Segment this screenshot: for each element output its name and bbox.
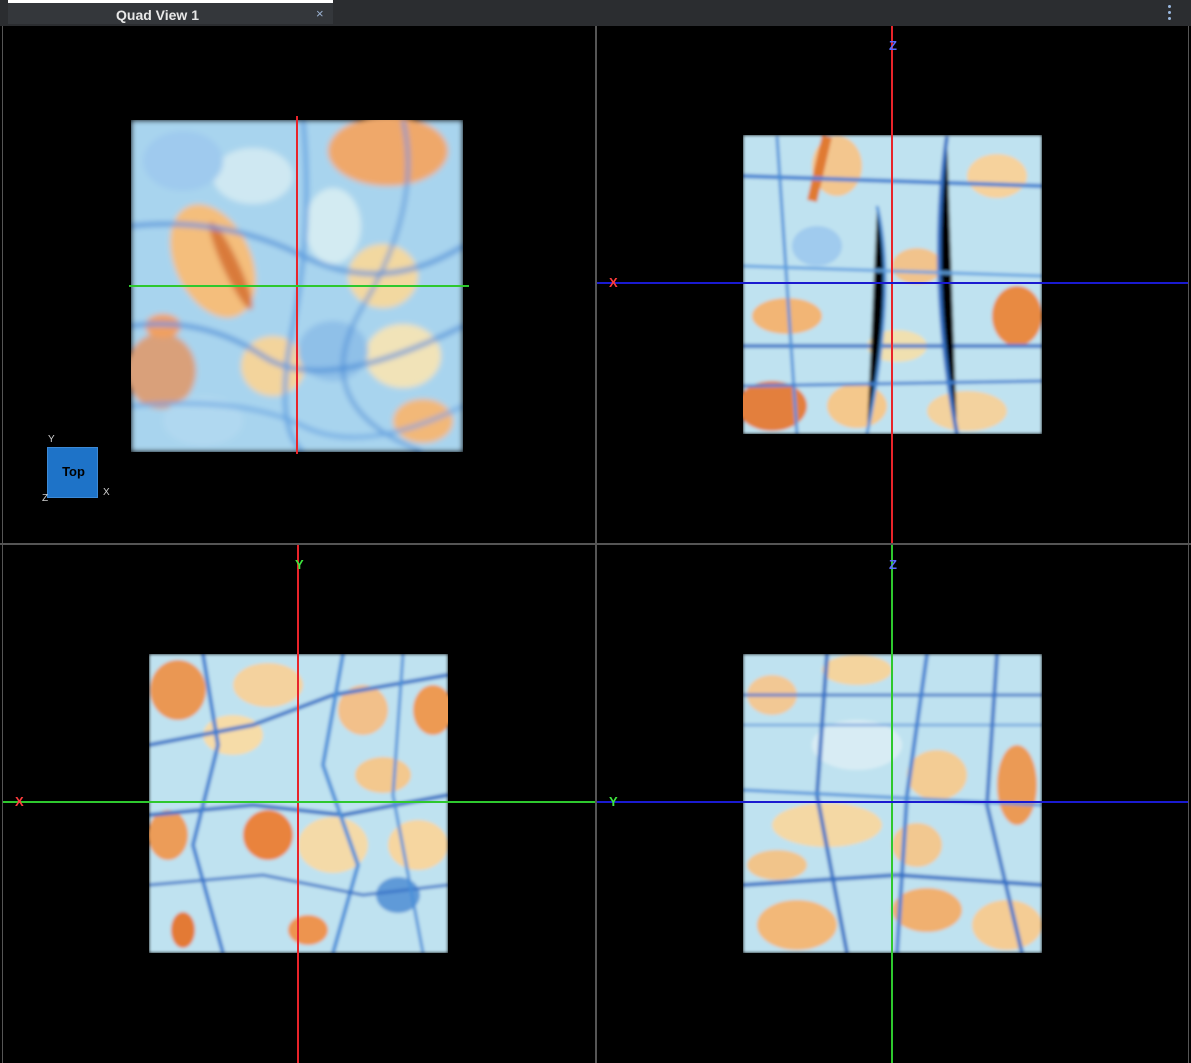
more-vertical-icon[interactable]	[1167, 5, 1173, 23]
axis-label-left: X	[15, 794, 24, 809]
axis-label-top: Y	[295, 557, 304, 572]
crosshair-vertical-xy[interactable]	[297, 545, 299, 1063]
quad-viewport[interactable]: Top Y Z X Z X Y X Z Y	[0, 26, 1191, 1063]
view-slice-yz[interactable]: Z Y	[597, 545, 1188, 1063]
crosshair-horizontal-xz[interactable]	[597, 282, 1188, 284]
crosshair-horizontal-yz[interactable]	[597, 801, 1188, 803]
view-slice-xy[interactable]: Y X	[3, 545, 595, 1063]
orientation-label: Top	[62, 464, 85, 479]
crosshair-y-3d[interactable]	[129, 285, 469, 287]
crosshair-horizontal-xy[interactable]	[3, 801, 595, 803]
axis-label-left: X	[609, 275, 618, 290]
view-3d[interactable]: Top Y Z X	[3, 26, 595, 543]
axis-label-top: Z	[889, 38, 897, 53]
viewport-border-right	[1188, 26, 1189, 1063]
orientation-cube[interactable]: Top	[47, 447, 98, 498]
axis-label-left: Y	[609, 794, 618, 809]
cube-axis-z: Z	[42, 493, 49, 504]
tab-bar: Quad View 1 ×	[0, 0, 1191, 26]
cube-axis-y: Y	[48, 434, 55, 445]
axis-label-top: Z	[889, 557, 897, 572]
close-icon[interactable]: ×	[316, 6, 324, 21]
crosshair-vertical-yz[interactable]	[891, 545, 893, 1063]
cube-axis-x: X	[103, 487, 110, 498]
slice-image-xy	[149, 654, 448, 953]
view-slice-xz[interactable]: Z X	[597, 26, 1188, 543]
crosshair-vertical-xz[interactable]	[891, 26, 893, 543]
tab-quad-view[interactable]: Quad View 1 ×	[8, 0, 333, 24]
tab-title: Quad View 1	[116, 7, 199, 23]
